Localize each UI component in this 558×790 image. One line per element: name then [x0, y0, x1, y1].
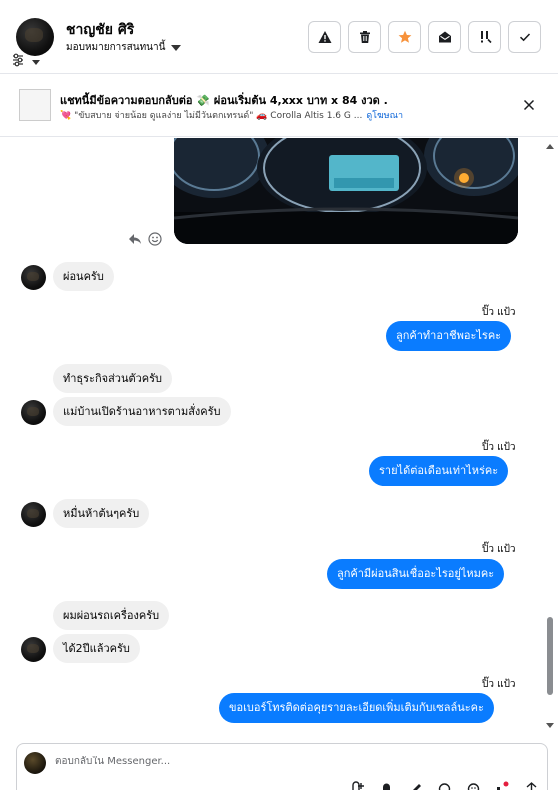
scroll-up-arrow-icon[interactable]	[545, 142, 555, 152]
outgoing-message[interactable]: ลูกค้ามีผ่อนสินเชื่ออะไรอยู่ไหมคะ	[327, 559, 505, 589]
emoji-icon[interactable]	[466, 781, 481, 790]
report-button[interactable]	[308, 21, 341, 53]
incoming-message[interactable]: ได้2ปีแล้วครับ	[53, 634, 140, 663]
pencil-icon[interactable]	[408, 781, 423, 790]
done-button[interactable]	[508, 21, 541, 53]
ad-subtitle-row: 💘 "ขับสบาย จ่ายน้อย ดูแลง่าย ไม่มีวันตกเ…	[60, 108, 403, 122]
exclamation-icon	[480, 31, 492, 44]
incoming-message[interactable]: ผ่อนครับ	[53, 262, 114, 291]
conversation-actions	[308, 21, 541, 53]
conversation-header: ชาญชัย ศิริ มอบหมายการสนทนานี้	[0, 0, 558, 74]
filter-settings-icon[interactable]	[12, 52, 42, 68]
contact-avatar-small[interactable]	[21, 265, 46, 290]
page-avatar	[24, 752, 46, 774]
close-icon[interactable]	[520, 96, 538, 114]
incoming-message[interactable]: หมื่นห้าต้นๆครับ	[53, 499, 150, 528]
ad-reference-banner: แชทนี้มีข้อความตอบกลับต่อ 💸 ผ่อนเริ่มต้น…	[0, 75, 558, 137]
incoming-message[interactable]: ทำธุระกิจส่วนตัวครับ	[53, 364, 173, 393]
send-icon[interactable]	[524, 781, 539, 790]
composer-toolbar	[350, 781, 539, 790]
sender-name: ปิ๊ว แป้ว	[482, 307, 516, 318]
follow-up-button[interactable]	[468, 21, 501, 53]
warning-icon	[318, 31, 331, 43]
checkmark-icon	[519, 33, 530, 42]
like-with-notification-icon[interactable]	[495, 781, 510, 790]
scrollbar-thumb[interactable]	[547, 617, 553, 695]
ad-thumbnail[interactable]	[19, 89, 51, 121]
view-ad-link[interactable]: ดูโฆษณา	[366, 108, 403, 122]
contact-name[interactable]: ชาญชัย ศิริ	[66, 19, 134, 41]
ad-subtitle: 💘 "ขับสบาย จ่ายน้อย ดูแลง่าย ไม่มีวันตกเ…	[60, 111, 363, 121]
outgoing-message[interactable]: ขอเบอร์โทรติดต่อคุยรายละเอียดเพิ่มเติมกั…	[219, 693, 494, 723]
dashboard-photo	[174, 138, 518, 244]
sender-name: ปิ๊ว แป้ว	[482, 679, 516, 690]
contact-avatar[interactable]	[16, 18, 54, 56]
outgoing-message[interactable]: ลูกค้าทำอาชีพอะไรคะ	[386, 321, 512, 351]
contact-avatar-small[interactable]	[21, 637, 46, 662]
assign-label: มอบหมายการสนทนานี้	[66, 42, 166, 53]
reply-input[interactable]	[55, 756, 525, 767]
chevron-down-icon	[171, 44, 182, 51]
delete-button[interactable]	[348, 21, 381, 53]
incoming-message[interactable]: แม่บ้านเปิดร้านอาหารตามสั่งครับ	[53, 397, 231, 426]
scroll-down-arrow-icon[interactable]	[545, 720, 555, 730]
assign-conversation-dropdown[interactable]: มอบหมายการสนทนานี้	[66, 40, 182, 55]
mark-unread-button[interactable]	[428, 21, 461, 53]
sender-name: ปิ๊ว แป้ว	[482, 544, 516, 555]
star-button[interactable]	[388, 21, 421, 53]
ad-title: แชทนี้มีข้อความตอบกลับต่อ 💸 ผ่อนเริ่มต้น…	[60, 94, 388, 107]
envelope-open-icon	[438, 31, 451, 43]
sender-name: ปิ๊ว แป้ว	[482, 442, 516, 453]
bell-icon[interactable]	[379, 781, 394, 790]
attach-file-icon[interactable]	[350, 781, 365, 790]
contact-avatar-small[interactable]	[21, 400, 46, 425]
react-emoji-icon[interactable]	[148, 232, 162, 246]
trash-icon	[359, 31, 370, 43]
reply-icon[interactable]	[128, 233, 142, 245]
incoming-message[interactable]: ผมผ่อนรถเครื่องครับ	[53, 601, 170, 630]
star-icon	[398, 30, 411, 43]
chat-bubble-icon[interactable]	[437, 781, 452, 790]
message-composer	[16, 743, 548, 790]
outgoing-message[interactable]: รายได้ต่อเดือนเท่าไหร่คะ	[369, 456, 509, 486]
contact-avatar-small[interactable]	[21, 502, 46, 527]
image-attachment[interactable]	[174, 138, 518, 244]
